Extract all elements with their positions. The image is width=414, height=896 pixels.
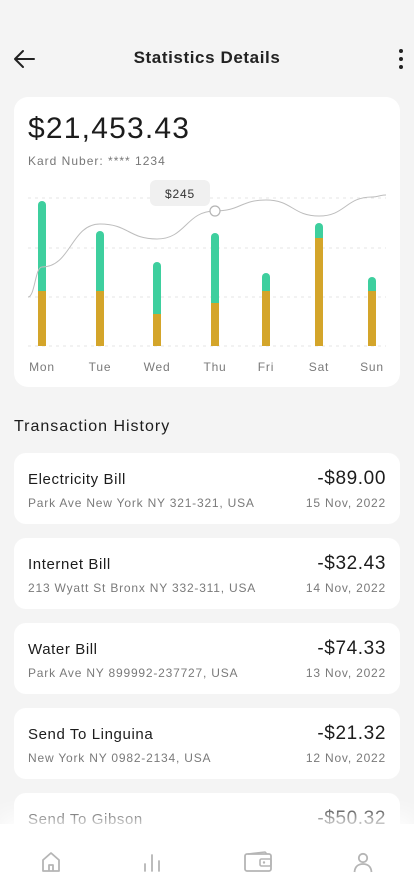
transaction-address: Park Ave New York NY 321-321, USA — [28, 496, 255, 510]
bar-sat-segment-0 — [315, 238, 323, 346]
transaction-item[interactable]: Electricity Bill Park Ave New York NY 32… — [14, 453, 400, 524]
bar-fri-segment-0 — [262, 291, 270, 346]
trend-line — [27, 194, 387, 298]
profile-icon — [353, 852, 373, 873]
x-axis-label: Sun — [360, 360, 384, 374]
transaction-address: 213 Wyatt St Bronx NY 332-311, USA — [28, 581, 257, 595]
transaction-name: Water Bill — [28, 641, 98, 658]
bar-wed-segment-1 — [153, 262, 161, 314]
transaction-amount: -$74.33 — [317, 638, 386, 659]
bar-tue-segment-0 — [96, 291, 104, 346]
page-title: Statistics Details — [133, 48, 281, 67]
bar-mon-segment-0 — [38, 291, 46, 346]
nav-profile[interactable] — [347, 846, 379, 878]
x-axis-label: Fri — [258, 360, 274, 374]
bar-sun-segment-0 — [368, 291, 376, 346]
transaction-item[interactable]: Water Bill Park Ave NY 899992-237727, US… — [14, 623, 400, 694]
x-axis-label: Thu — [203, 360, 226, 374]
transaction-amount: -$21.32 — [317, 723, 386, 744]
bar-wed-segment-0 — [153, 314, 161, 346]
bottom-navigation — [0, 824, 414, 896]
bar-thu-segment-1 — [211, 233, 219, 303]
transaction-date: 14 Nov, 2022 — [305, 581, 386, 595]
transaction-address: New York NY 0982-2134, USA — [28, 751, 212, 765]
more-options-button[interactable] — [394, 45, 408, 73]
bar-tue-segment-1 — [96, 231, 104, 291]
more-vertical-icon — [399, 49, 403, 53]
transaction-amount: -$89.00 — [317, 468, 386, 489]
transaction-name: Internet Bill — [28, 556, 111, 573]
transaction-name: Electricity Bill — [28, 471, 126, 488]
x-axis-label: Sat — [309, 360, 329, 374]
transaction-history-title: Transaction History — [14, 418, 171, 435]
nav-stats[interactable] — [136, 846, 168, 878]
weekly-bar-chart: Mon Tue Wed Thu Fri Sat Sun $245 — [27, 180, 387, 374]
transaction-date: 12 Nov, 2022 — [305, 751, 386, 765]
bar-mon-segment-1 — [38, 201, 46, 291]
transaction-date: 13 Nov, 2022 — [305, 666, 386, 680]
x-axis-label: Tue — [89, 360, 112, 374]
transaction-list: Electricity Bill Park Ave New York NY 32… — [14, 453, 400, 878]
tooltip-label: $245 — [165, 187, 195, 201]
transaction-amount: -$32.43 — [317, 553, 386, 574]
home-icon — [42, 852, 60, 872]
x-axis-label: Mon — [29, 360, 55, 374]
balance-card: $21,453.43 Kard Nuber: **** 1234 Mon Tue W… — [14, 97, 400, 387]
nav-home[interactable] — [35, 846, 67, 878]
transaction-item[interactable]: Internet Bill 213 Wyatt St Bronx NY 332-… — [14, 538, 400, 609]
bar-thu-segment-0 — [211, 303, 219, 346]
transaction-name: Send To Linguina — [28, 726, 154, 743]
x-axis-label: Wed — [144, 360, 171, 374]
transaction-item[interactable]: Send To Linguina New York NY 0982-2134, … — [14, 708, 400, 779]
stats-icon — [144, 854, 160, 872]
transaction-date: 15 Nov, 2022 — [305, 496, 386, 510]
transaction-address: Park Ave NY 899992-237727, USA — [28, 666, 239, 680]
header: Statistics Details — [0, 0, 414, 100]
nav-wallet[interactable] — [242, 846, 274, 878]
wallet-icon — [244, 851, 272, 872]
tooltip-point[interactable] — [209, 205, 221, 217]
